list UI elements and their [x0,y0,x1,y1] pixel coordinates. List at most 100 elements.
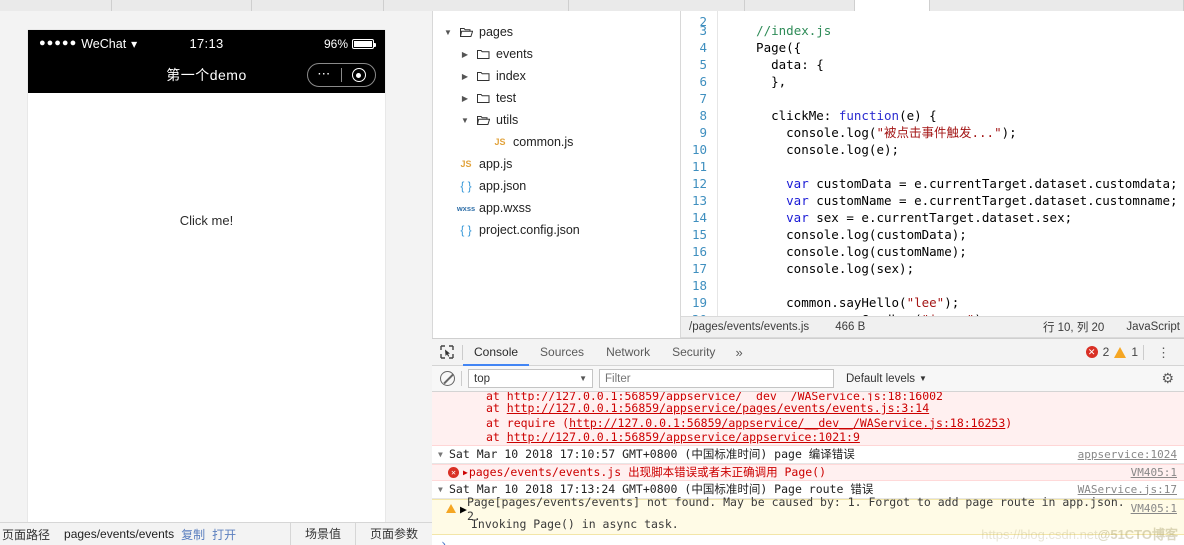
stack-frame[interactable]: at http://127.0.0.1:56859/appservice/pag… [486,401,1184,416]
phone-viewport: Click me! [28,93,385,525]
stack-frame[interactable]: at http://127.0.0.1:56859/appservice/app… [486,430,1184,445]
triangle-right-icon[interactable]: ▶ [458,94,472,103]
line-number: 14 [691,210,707,225]
simulator-pane: ●●●●● WeChat ▾ 17:13 96% 第一个demo ⋯ Click… [0,11,432,525]
clear-console-icon[interactable] [440,371,455,386]
line-number: 7 [699,91,707,106]
code-line[interactable]: 4 Page({ [681,37,1184,56]
gear-icon[interactable]: ⚙ [1161,370,1174,387]
code-line[interactable]: 7 [681,88,1184,107]
top-tab-7[interactable] [930,0,1184,11]
phone-frame: ●●●●● WeChat ▾ 17:13 96% 第一个demo ⋯ Click… [28,30,385,525]
tab-sources[interactable]: Sources [529,339,595,366]
tab-security[interactable]: Security [661,339,726,366]
console-context-select[interactable]: top ▼ [468,369,593,388]
stack-frame-link[interactable]: http://127.0.0.1:56859/appservice/appser… [507,430,860,444]
code-line[interactable]: 15 console.log(customData); [681,224,1184,243]
tree-item-index[interactable]: ▶ index [433,65,680,87]
code-line[interactable]: 5 data: { [681,54,1184,73]
triangle-right-icon[interactable]: ▶ [458,50,472,59]
stack-frame[interactable]: at http://127.0.0.1:56859/appservice/__d… [486,392,1184,401]
copy-path-button[interactable]: 复制 [181,526,205,543]
triangle-right-icon[interactable]: ▶ [458,72,472,81]
folder-icon [472,93,494,104]
triangle-right-icon[interactable]: ▶ [463,468,468,477]
chevron-double-right-icon[interactable]: » [726,345,751,360]
code-line[interactable]: 2 [681,11,1184,30]
console-input-prompt[interactable]: › [432,535,1184,545]
filter-input[interactable] [599,369,834,388]
wechat-capsule-button[interactable]: ⋯ [307,63,376,87]
tree-item-utils[interactable]: ▼ utils [433,109,680,131]
wxss-file-icon: wxss [456,203,476,213]
top-tab-5[interactable] [745,0,855,11]
console-error-row[interactable]: ✕ ▶ pages/events/events.js 出现脚本错误或者未正确调用 P… [432,463,1184,481]
top-tab-6[interactable] [855,0,930,11]
stack-frame-link[interactable]: http://127.0.0.1:56859/appservice/__dev_… [569,416,1005,430]
triangle-down-icon[interactable]: ▼ [458,116,472,125]
editor-language[interactable]: JavaScript [1126,321,1184,333]
code-line[interactable]: 14 var sex = e.currentTarget.dataset.sex… [681,207,1184,226]
triangle-down-icon[interactable]: ▼ [438,450,449,459]
code-line[interactable]: 19 common.sayHello("lee"); [681,292,1184,311]
code-line[interactable]: 9 console.log("被点击事件触发..."); [681,122,1184,141]
top-tab-3[interactable] [384,0,569,11]
editor-file-size: 466 B [835,321,866,333]
code-line[interactable]: 8 clickMe: function(e) { [681,105,1184,124]
inspect-element-icon[interactable] [432,345,462,359]
code-line[interactable]: 13 var customName = e.currentTarget.data… [681,190,1184,209]
code-line[interactable]: 12 var customData = e.currentTarget.data… [681,173,1184,192]
code-line[interactable]: 10 console.log(e); [681,139,1184,158]
target-circle-icon[interactable] [342,68,375,82]
console-warning-row[interactable]: ▶ Page[pages/events/events] not found. Ma… [432,495,1184,535]
top-tab-4[interactable] [569,0,745,11]
code-line[interactable]: 17 console.log(sex); [681,258,1184,277]
triangle-right-icon[interactable]: ▶ [460,502,467,516]
tree-item-app-json[interactable]: { } app.json [433,175,680,197]
code-line[interactable]: 18 [681,275,1184,294]
top-tab-0[interactable] [0,0,112,11]
tree-item-common-js[interactable]: JS common.js [433,131,680,153]
scene-value-button[interactable]: 场景值 [289,522,355,545]
tree-item-pages[interactable]: ▼ pages [433,21,680,43]
top-tab-2[interactable] [252,0,384,11]
click-me-text[interactable]: Click me! [28,213,385,228]
stack-frame-link[interactable]: http://127.0.0.1:56859/appservice/pages/… [507,401,929,415]
console-source-link[interactable]: VM405:1 [1131,466,1184,479]
open-path-button[interactable]: 打开 [212,526,236,543]
console-output[interactable]: at http://127.0.0.1:56859/appservice/__d… [432,392,1184,545]
ellipsis-icon[interactable]: ⋯ [308,67,341,83]
carrier-label: WeChat [81,36,127,51]
console-group-row[interactable]: ▼ Sat Mar 10 2018 17:10:57 GMT+0800 (中国标准… [432,446,1184,463]
tree-item-app-wxss[interactable]: wxss app.wxss [433,197,680,219]
issue-counts[interactable]: ✕ 2 1 ⋮ [1085,344,1184,360]
code-line[interactable]: 3 //index.js [681,20,1184,39]
top-tab-1[interactable] [112,0,252,11]
code-line[interactable]: 16 console.log(customName); [681,241,1184,260]
stack-frame-link[interactable]: http://127.0.0.1:56859/appservice/__dev_… [507,392,943,401]
tab-network[interactable]: Network [595,339,661,366]
tree-item-project-config-json[interactable]: { } project.config.json [433,219,680,241]
code-line[interactable]: 6 }, [681,71,1184,90]
log-levels-dropdown[interactable]: Default levels ▼ [846,373,927,385]
console-source-link[interactable]: appservice:1024 [1078,448,1184,461]
error-count: 2 [1102,345,1110,359]
stack-frame[interactable]: at require (http://127.0.0.1:56859/appse… [486,416,1184,431]
tree-item-label: test [496,91,517,105]
folder-icon [472,71,494,82]
tree-item-events[interactable]: ▶ events [433,43,680,65]
tab-console[interactable]: Console [463,339,529,366]
triangle-down-icon[interactable]: ▼ [441,28,455,37]
code-text: console.log("被点击事件触发..."); [717,122,1017,141]
page-params-button[interactable]: 页面参数 [354,522,432,545]
triangle-down-icon[interactable]: ▼ [438,485,449,494]
status-time: 17:13 [189,36,224,51]
tree-item-app-js[interactable]: JS app.js [433,153,680,175]
page-path-label: 页面路径 [2,527,51,542]
kebab-menu-icon[interactable]: ⋮ [1149,346,1178,359]
code-editor-pane[interactable]: 23 //index.js 4 Page({5 data: {6 }, 7 8 cli… [681,11,1184,316]
console-entries: ▼ Sat Mar 10 2018 17:10:57 GMT+0800 (中国标准… [432,446,1184,535]
tree-item-test[interactable]: ▶ test [433,87,680,109]
console-source-link[interactable]: VM405:1 [1131,502,1184,515]
code-line[interactable]: 11 [681,156,1184,175]
